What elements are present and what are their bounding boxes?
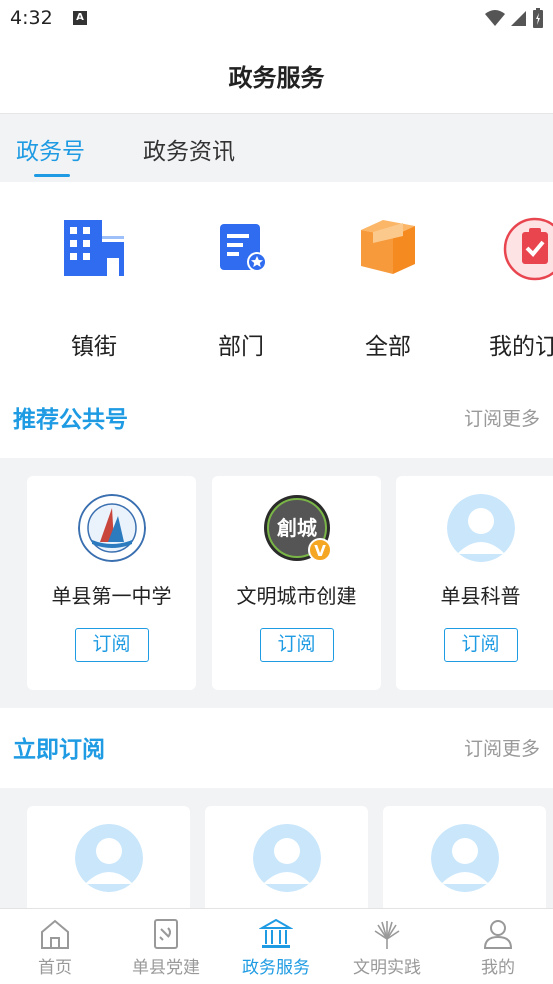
account-card[interactable] (27, 806, 190, 908)
recommended-cards: 单县第一中学 订阅 創城 V 文明城市创建 订阅 单县科普 订阅 (0, 458, 553, 708)
subscribe-button[interactable]: 订阅 (259, 628, 334, 662)
civilization-logo-avatar: 創城 V (263, 494, 332, 562)
tab-label: 政务服务 (242, 958, 310, 978)
tab-gov-services[interactable]: 政务服务 (221, 917, 331, 978)
category-my-subscriptions[interactable]: 我的订阅 (465, 212, 553, 361)
tab-mine[interactable]: 我的 (443, 917, 553, 978)
section-title: 推荐公共号 (13, 407, 128, 433)
category-label: 部门 (218, 334, 264, 360)
subscribe-now-section-header: 立即订阅 订阅更多 (0, 708, 553, 788)
government-building-icon (258, 917, 294, 951)
bottom-tab-bar: 首页 单县党建 政务服务 文明实践 我的 (0, 908, 553, 984)
tab-gov-news[interactable]: 政务资讯 (143, 132, 235, 166)
home-icon (38, 917, 72, 951)
tab-civilization-practice[interactable]: 文明实践 (332, 917, 442, 978)
top-tabs: 政务号 政务资讯 (0, 114, 553, 182)
department-doc-icon (206, 212, 276, 282)
tab-indicator (34, 174, 70, 177)
category-label: 镇街 (71, 334, 117, 360)
subscribe-more-link[interactable]: 订阅更多 (464, 734, 540, 761)
verified-badge-icon: V (314, 542, 326, 560)
tab-label: 文明实践 (353, 958, 421, 978)
signal-icon (511, 11, 526, 26)
subscribe-button[interactable]: 订阅 (74, 628, 149, 662)
tab-home[interactable]: 首页 (0, 917, 110, 978)
category-label: 全部 (365, 334, 411, 360)
party-book-icon (149, 917, 183, 951)
tab-label: 我的 (481, 958, 515, 978)
box-icon (353, 212, 423, 282)
wifi-icon (485, 10, 505, 26)
subscribe-button[interactable]: 订阅 (443, 628, 518, 662)
subscribe-more-link[interactable]: 订阅更多 (464, 404, 540, 431)
recommended-section-header: 推荐公共号 订阅更多 (0, 378, 553, 458)
default-user-avatar (252, 824, 321, 892)
tab-label: 单县党建 (132, 958, 200, 978)
battery-icon (533, 8, 543, 28)
notification-a-icon: A (73, 11, 87, 25)
category-grid: 镇街 部门 全部 我的订 (0, 182, 553, 378)
tab-party-building[interactable]: 单县党建 (111, 917, 221, 978)
tab-gov-accounts[interactable]: 政务号 (16, 132, 85, 166)
account-card[interactable] (205, 806, 368, 908)
category-all[interactable]: 全部 (318, 212, 458, 361)
account-name: 文明城市创建 (236, 584, 357, 608)
tab-label: 首页 (38, 958, 72, 978)
section-title: 立即订阅 (13, 737, 105, 763)
system-icons (485, 8, 543, 28)
school-seal-avatar (77, 494, 146, 562)
page-title: 政务服务 (228, 64, 325, 92)
category-departments[interactable]: 部门 (171, 212, 311, 361)
category-towns[interactable]: 镇街 (24, 212, 164, 361)
flower-icon (370, 917, 404, 951)
clipboard-check-icon (500, 212, 553, 282)
default-user-avatar (74, 824, 143, 892)
account-card[interactable] (383, 806, 546, 908)
account-name: 单县第一中学 (51, 584, 172, 608)
status-time: 4:32 (10, 7, 53, 29)
account-card[interactable]: 創城 V 文明城市创建 订阅 (212, 476, 381, 690)
account-card[interactable]: 单县第一中学 订阅 (27, 476, 196, 690)
account-card[interactable]: 单县科普 订阅 (396, 476, 553, 690)
default-user-avatar (430, 824, 499, 892)
status-bar: 4:32 A (0, 0, 553, 38)
category-label: 我的订阅 (489, 334, 553, 360)
subscribe-now-cards (0, 788, 553, 908)
account-name: 单县科普 (440, 584, 521, 608)
logo-text: 創城 (276, 516, 317, 540)
user-icon (481, 917, 515, 951)
app-header: 政务服务 (0, 38, 553, 114)
default-user-avatar (446, 494, 515, 562)
building-icon (59, 212, 129, 282)
